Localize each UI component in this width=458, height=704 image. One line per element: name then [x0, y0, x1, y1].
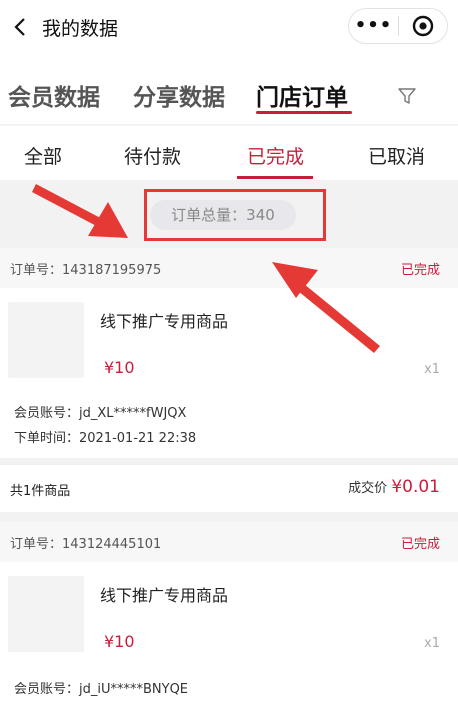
- order-card[interactable]: 线下推广专用商品 ¥10 x1 会员账号：jd_iU*****BNYQE: [0, 562, 458, 704]
- tab-all[interactable]: 全部: [24, 142, 62, 169]
- deal-price-label: 成交价: [348, 481, 388, 496]
- main-tabs: 会员数据 分享数据 门店订单: [0, 54, 458, 124]
- order-header: 订单号：143124445101 已完成: [0, 522, 458, 562]
- page-title: 我的数据: [42, 18, 119, 40]
- page: 我的数据 ••• 会员数据 分享数据 门店订单 全部 待付款 已完成 已取消 订…: [0, 0, 458, 704]
- product-name: 线下推广专用商品: [100, 586, 229, 605]
- order-card[interactable]: 线下推广专用商品 ¥10 x1 会员账号：jd_XL*****fWJQX 下单时…: [0, 288, 458, 458]
- order-status: 已完成: [400, 263, 440, 278]
- product-price: ¥10: [104, 632, 135, 651]
- product-name: 线下推广专用商品: [100, 312, 229, 331]
- order-header: 订单号：143187195975 已完成: [0, 248, 458, 288]
- arrow-upper-left: [32, 184, 128, 238]
- tab-completed[interactable]: 已完成: [247, 142, 304, 169]
- product-quantity: x1: [424, 636, 440, 651]
- deal-price: 成交价 ¥0.01: [348, 477, 440, 497]
- status-tab-underline: [237, 176, 313, 179]
- chevron-left-icon[interactable]: [12, 17, 28, 37]
- target-icon[interactable]: [399, 15, 447, 37]
- capsule-menu: •••: [348, 8, 448, 44]
- nav-bar: 我的数据 •••: [0, 0, 458, 54]
- tab-member-data[interactable]: 会员数据: [8, 78, 100, 112]
- product-price: ¥10: [104, 358, 135, 377]
- product-thumbnail: [8, 302, 84, 378]
- order-time: 下单时间：2021-01-21 22:38: [14, 431, 197, 446]
- tab-share-data[interactable]: 分享数据: [133, 78, 225, 112]
- funnel-icon[interactable]: [397, 86, 417, 106]
- order-status: 已完成: [400, 537, 440, 552]
- status-tabs: 全部 待付款 已完成 已取消: [0, 126, 458, 180]
- tab-cancelled[interactable]: 已取消: [368, 142, 425, 169]
- order-footer: 共1件商品 成交价 ¥0.01: [0, 464, 458, 512]
- tab-pending-payment[interactable]: 待付款: [124, 142, 181, 169]
- annotation-highlight-box: [144, 189, 326, 241]
- order-number: 订单号：143124445101: [10, 537, 162, 552]
- item-count: 共1件商品: [10, 484, 71, 499]
- deal-price-amount: ¥0.01: [391, 477, 440, 497]
- product-quantity: x1: [424, 362, 440, 377]
- more-dots-icon[interactable]: •••: [349, 8, 398, 44]
- member-account: 会员账号：jd_iU*****BNYQE: [14, 682, 189, 697]
- member-account: 会员账号：jd_XL*****fWJQX: [14, 406, 187, 421]
- order-number: 订单号：143187195975: [10, 263, 162, 278]
- main-tab-underline: [256, 111, 352, 114]
- product-thumbnail: [8, 576, 84, 652]
- tab-store-orders[interactable]: 门店订单: [256, 78, 348, 112]
